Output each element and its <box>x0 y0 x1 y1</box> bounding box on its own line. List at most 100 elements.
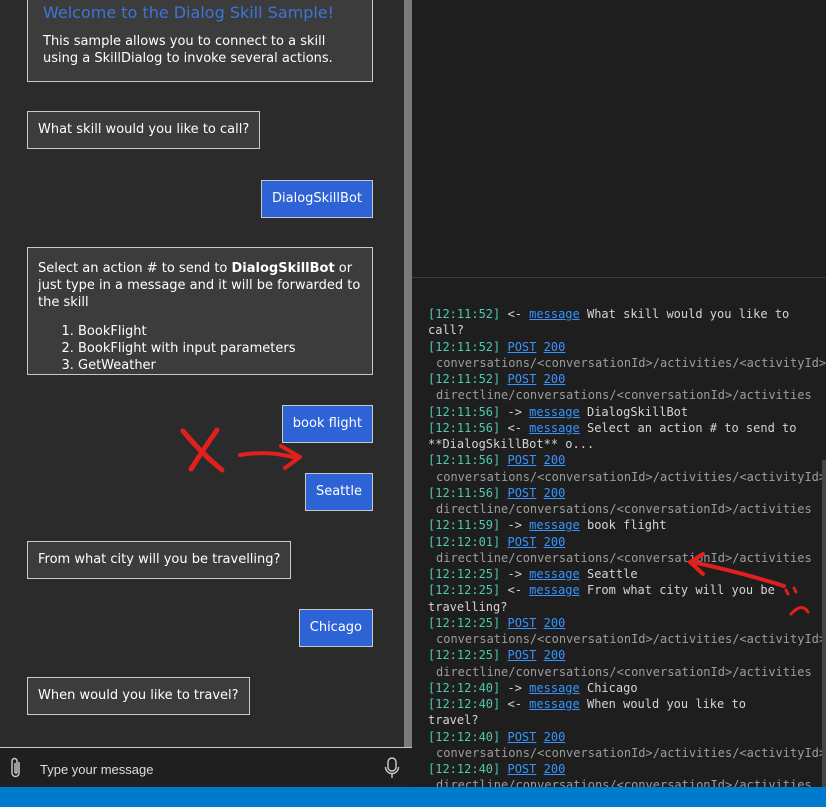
action-item: BookFlight <box>78 323 362 340</box>
log-status-link[interactable]: 200 <box>544 762 566 776</box>
status-bar <box>0 787 826 807</box>
log-timestamp: [12:11:56] <box>428 453 501 468</box>
log-message-link[interactable]: message <box>529 583 580 597</box>
log-message-link[interactable]: message <box>529 567 580 581</box>
paperclip-icon[interactable] <box>8 756 24 784</box>
microphone-icon[interactable] <box>384 756 400 784</box>
log-line: directline/conversations/<conversationId… <box>428 501 826 517</box>
log-timestamp: [12:12:40] <box>428 762 501 776</box>
log-post-link[interactable]: POST <box>507 486 536 500</box>
welcome-title: Welcome to the Dialog Skill Sample! <box>43 3 335 22</box>
log-post-link[interactable]: POST <box>507 372 536 386</box>
action-list: BookFlight BookFlight with input paramet… <box>38 323 362 374</box>
log-line: travelling? <box>428 599 826 615</box>
log-status-link[interactable]: 200 <box>544 648 566 662</box>
log-timestamp: [12:12:40] <box>428 680 501 695</box>
log-status-link[interactable]: 200 <box>544 453 566 467</box>
welcome-text: This sample allows you to connect to a s… <box>43 34 333 66</box>
log-line: [12:12:25] -> message Seattle <box>428 566 826 582</box>
action-bold: DialogSkillBot <box>231 261 335 276</box>
log-status-link[interactable]: 200 <box>544 340 566 354</box>
log-line: [12:12:25] POST 200 <box>428 615 826 631</box>
log-timestamp: [12:11:56] <box>428 420 501 435</box>
log-scrollbar[interactable] <box>822 460 826 787</box>
log-direction: -> <box>507 404 522 419</box>
log-timestamp: [12:12:25] <box>428 583 501 598</box>
log-timestamp: [12:11:52] <box>428 372 501 386</box>
log-line: [12:11:56] <- message Select an action #… <box>428 420 826 436</box>
log-status-link[interactable]: 200 <box>544 372 566 386</box>
log-message-link[interactable]: message <box>529 405 580 419</box>
log-message-link[interactable]: message <box>529 697 580 711</box>
log-lines: [12:11:52] <- message What skill would y… <box>428 306 826 787</box>
log-post-link[interactable]: POST <box>507 648 536 662</box>
welcome-card: Welcome to the Dialog Skill Sample! This… <box>27 0 373 82</box>
log-post-link[interactable]: POST <box>507 453 536 467</box>
log-message-link[interactable]: message <box>529 518 580 532</box>
log-message-link[interactable]: message <box>529 421 580 435</box>
log-direction: -> <box>507 567 522 581</box>
log-text: book flight <box>586 518 667 533</box>
log-line: [12:11:56] -> message DialogSkillBot <box>428 404 826 420</box>
bot-message: When would you like to travel? <box>27 677 250 715</box>
log-text: When would you like to <box>586 697 746 711</box>
log-line: [12:12:25] <- message From what city wil… <box>428 582 826 598</box>
log-status-link[interactable]: 200 <box>544 730 566 744</box>
user-message: DialogSkillBot <box>261 180 373 218</box>
log-path: directline/conversations/<conversationId… <box>436 550 812 565</box>
log-path: directline/conversations/<conversationId… <box>436 778 812 787</box>
log-text: travel? <box>428 713 479 728</box>
log-message-link[interactable]: message <box>529 681 580 695</box>
action-card-text: Select an action # to send to DialogSkil… <box>38 260 362 311</box>
log-text: From what city will you be <box>586 583 775 598</box>
log-post-link[interactable]: POST <box>507 762 536 776</box>
log-line: [12:11:56] POST 200 <box>428 452 826 468</box>
log-post-link[interactable]: POST <box>507 535 536 549</box>
log-path: directline/conversations/<conversationId… <box>436 502 812 516</box>
user-message: book flight <box>281 405 373 443</box>
log-line: conversations/<conversationId>/activitie… <box>428 469 826 485</box>
log-line: [12:11:52] POST 200 <box>428 339 826 355</box>
log-text: Select an action # to send to <box>586 420 797 435</box>
bot-message: What skill would you like to call? <box>27 111 261 149</box>
log-post-link[interactable]: POST <box>507 616 536 630</box>
log-message-link[interactable]: message <box>529 307 580 321</box>
log-timestamp: [12:11:56] <box>428 404 501 419</box>
log-direction: <- <box>507 307 522 321</box>
log-status-link[interactable]: 200 <box>544 486 566 500</box>
action-item: GetWeather <box>78 357 362 374</box>
log-line: [12:12:40] <- message When would you lik… <box>428 696 826 712</box>
log-line: **DialogSkillBot** o... <box>428 436 826 452</box>
log-text: call? <box>428 323 465 338</box>
log-text: What skill would you like to <box>586 307 790 321</box>
log-line: conversations/<conversationId>/activitie… <box>428 745 826 761</box>
log-direction: <- <box>507 583 522 598</box>
chat-pane: Welcome to the Dialog Skill Sample! This… <box>0 0 404 787</box>
log-line: [12:11:52] <- message What skill would y… <box>428 306 826 322</box>
log-path: directline/conversations/<conversationId… <box>436 664 812 679</box>
log-timestamp: [12:11:59] <box>428 518 501 533</box>
message-input[interactable] <box>38 756 372 782</box>
log-line: call? <box>428 322 826 338</box>
log-status-link[interactable]: 200 <box>544 616 566 630</box>
log-timestamp: [12:12:01] <box>428 534 501 549</box>
log-line: travel? <box>428 712 826 728</box>
log-line: [12:12:25] POST 200 <box>428 647 826 663</box>
pane-divider[interactable] <box>404 0 412 787</box>
log-timestamp: [12:12:40] <box>428 697 501 711</box>
log-timestamp: [12:12:25] <box>428 615 501 630</box>
log-path: conversations/<conversationId>/activitie… <box>436 632 826 646</box>
log-text: DialogSkillBot <box>586 404 689 419</box>
log-line: [12:12:40] -> message Chicago <box>428 680 826 696</box>
bot-message: From what city will you be travelling? <box>27 541 292 579</box>
log-line: [12:11:56] POST 200 <box>428 485 826 501</box>
log-post-link[interactable]: POST <box>507 730 536 744</box>
log-line: [12:11:59] -> message book flight <box>428 517 826 533</box>
log-timestamp: [12:11:56] <box>428 485 501 500</box>
log-text: travelling? <box>428 599 508 614</box>
log-line: directline/conversations/<conversationId… <box>428 550 826 566</box>
log-status-link[interactable]: 200 <box>544 535 566 549</box>
log-timestamp: [12:11:52] <box>428 307 501 321</box>
log-line: directline/conversations/<conversationId… <box>428 664 826 680</box>
log-post-link[interactable]: POST <box>507 340 536 354</box>
